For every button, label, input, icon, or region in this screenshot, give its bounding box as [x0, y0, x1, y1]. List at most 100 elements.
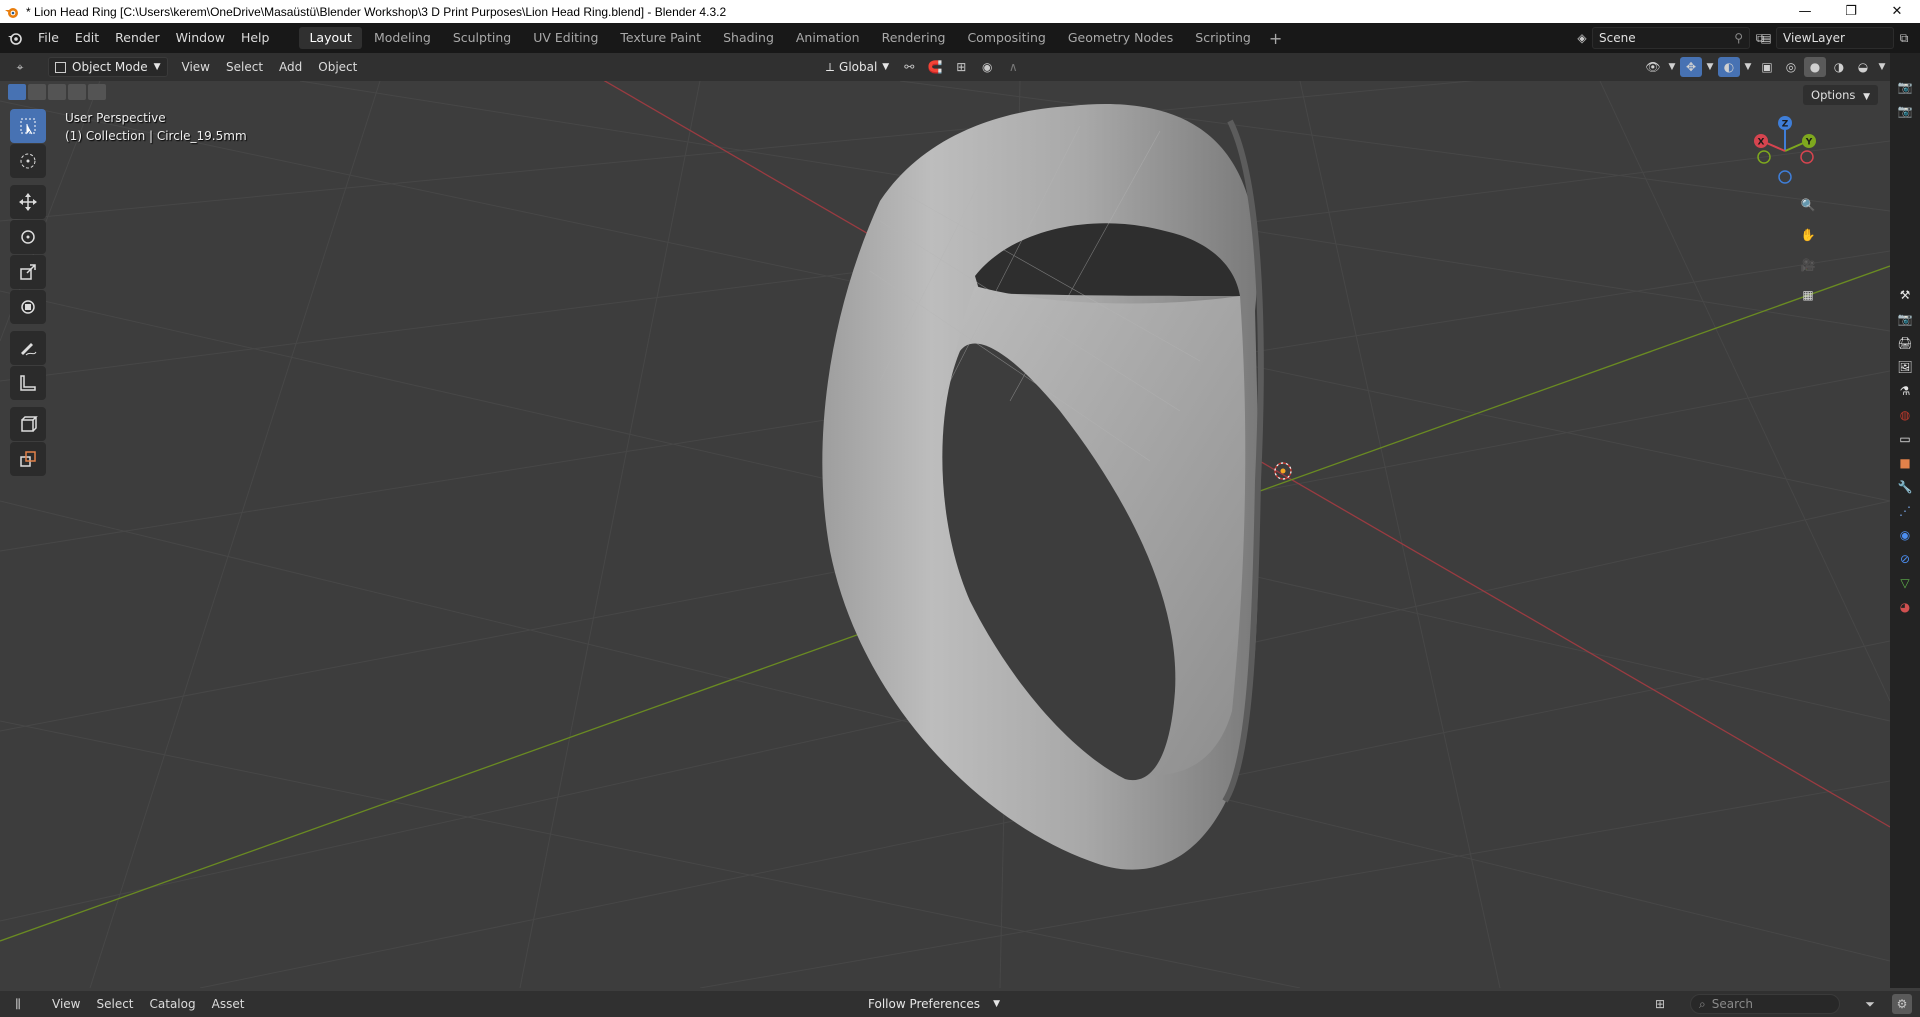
move-tool[interactable] [10, 185, 46, 219]
menu-help[interactable]: Help [233, 26, 278, 50]
close-icon[interactable]: ✕ [1874, 0, 1920, 23]
gizmo-toggle-icon[interactable]: ✥ [1680, 57, 1702, 77]
view-layer-icon[interactable]: ▤ [1756, 28, 1776, 48]
blender-menu-icon[interactable] [0, 23, 30, 53]
bottom-menu-asset[interactable]: Asset [204, 997, 253, 1011]
select-subtract-icon[interactable] [48, 84, 66, 100]
cursor-icon [20, 153, 36, 169]
world-properties-icon[interactable]: ◍ [1890, 403, 1920, 427]
editor-type-icon[interactable]: ⌖ [10, 57, 30, 77]
rendered-shading-icon[interactable]: ◒ [1852, 57, 1874, 77]
menu-render[interactable]: Render [107, 26, 168, 50]
menu-edit[interactable]: Edit [67, 26, 107, 50]
modifier-properties-icon[interactable]: 🔧 [1890, 475, 1920, 499]
camera-record-icon[interactable]: 📷 [1890, 99, 1920, 123]
add-cube-tool[interactable] [10, 407, 46, 441]
pan-hand-icon[interactable]: ✋ [1794, 221, 1822, 249]
chevron-down-icon[interactable]: ▼ [1876, 57, 1888, 77]
new-view-layer-icon[interactable]: ⧉ [1894, 28, 1914, 48]
chevron-down-icon[interactable]: ▼ [1742, 57, 1754, 77]
output-properties-icon[interactable]: 🖨 [1890, 331, 1920, 355]
tab-geometry-nodes[interactable]: Geometry Nodes [1058, 27, 1183, 49]
constraint-properties-icon[interactable]: ⊘ [1890, 547, 1920, 571]
overlays-toggle-icon[interactable]: ◐ [1718, 57, 1740, 77]
snap-icon[interactable]: 🧲 [925, 57, 945, 77]
cursor-tool[interactable] [10, 144, 46, 178]
object-properties-icon[interactable]: ■ [1890, 451, 1920, 475]
bottom-menu-view[interactable]: View [44, 997, 88, 1011]
physics-properties-icon[interactable]: ◉ [1890, 523, 1920, 547]
ortho-toggle-icon[interactable]: ▦ [1794, 281, 1822, 309]
viewport-menu-object[interactable]: Object [310, 60, 365, 74]
annotate-tool[interactable] [10, 331, 46, 365]
wireframe-shading-icon[interactable]: ◎ [1780, 57, 1802, 77]
scale-tool[interactable] [10, 255, 46, 289]
tab-layout[interactable]: Layout [299, 27, 362, 49]
filter-icon[interactable]: ⏷ [1860, 994, 1880, 1014]
add-workspace-icon[interactable]: + [1263, 29, 1288, 48]
pin-icon[interactable]: ⚲ [1734, 31, 1743, 45]
rotate-tool[interactable] [10, 220, 46, 254]
navigation-gizmo[interactable]: Z Y X [1750, 111, 1820, 191]
tab-scripting[interactable]: Scripting [1185, 27, 1261, 49]
chevron-down-icon[interactable]: ▼ [1704, 57, 1716, 77]
menu-window[interactable]: Window [168, 26, 233, 50]
restore-icon[interactable]: ❐ [1828, 0, 1874, 23]
tab-rendering[interactable]: Rendering [872, 27, 956, 49]
options-dropdown[interactable]: Options ▼ [1803, 85, 1878, 105]
camera-view-icon[interactable]: 🎥 [1794, 251, 1822, 279]
tab-compositing[interactable]: Compositing [957, 27, 1055, 49]
tab-texture-paint[interactable]: Texture Paint [610, 27, 711, 49]
solid-shading-icon[interactable]: ● [1804, 57, 1826, 77]
tab-animation[interactable]: Animation [786, 27, 870, 49]
tab-modeling[interactable]: Modeling [364, 27, 441, 49]
scene-name-field[interactable]: Scene ⚲ [1592, 27, 1750, 49]
viewport-menu-add[interactable]: Add [271, 60, 310, 74]
gear-icon[interactable]: ⚙ [1892, 994, 1912, 1014]
menu-file[interactable]: File [30, 26, 67, 50]
material-shading-icon[interactable]: ◑ [1828, 57, 1850, 77]
proportional-edit-icon[interactable]: ◉ [977, 57, 997, 77]
particle-properties-icon[interactable]: ⋰ [1890, 499, 1920, 523]
collection-properties-icon[interactable]: ▭ [1890, 427, 1920, 451]
minimize-icon[interactable]: — [1782, 0, 1828, 23]
scene-properties-icon[interactable]: ⚗ [1890, 379, 1920, 403]
data-properties-icon[interactable]: ▽ [1890, 571, 1920, 595]
orientation-dropdown[interactable]: ⟂ Global ▼ [822, 57, 893, 77]
3d-viewport[interactable]: User Perspective (1) Collection | Circle… [0, 81, 1890, 988]
tab-uv-editing[interactable]: UV Editing [523, 27, 608, 49]
select-box-tool[interactable] [10, 109, 46, 143]
extra-object-tool[interactable] [10, 442, 46, 476]
object-mode-dropdown[interactable]: Object Mode ▼ [48, 57, 168, 77]
tool-settings-icon[interactable]: ⚒ [1890, 283, 1920, 307]
display-mode-icon[interactable]: ⊞ [1650, 994, 1670, 1014]
view-layer-properties-icon[interactable]: 🖼 [1890, 355, 1920, 379]
measure-tool[interactable] [10, 366, 46, 400]
asset-search-input[interactable]: ⌕ Search [1690, 994, 1840, 1014]
scene-icon[interactable]: ◈ [1572, 28, 1592, 48]
import-method-dropdown[interactable]: Follow Preferences ▼ [862, 994, 1006, 1014]
select-new-icon[interactable] [8, 84, 26, 100]
material-properties-icon[interactable]: ◕ [1890, 595, 1920, 619]
tab-shading[interactable]: Shading [713, 27, 784, 49]
view-layer-name-field[interactable]: ViewLayer [1776, 27, 1894, 49]
zoom-icon[interactable]: 🔍 [1794, 191, 1822, 219]
viewport-menu-view[interactable]: View [174, 60, 218, 74]
select-intersect-icon[interactable] [88, 84, 106, 100]
transform-tool[interactable] [10, 290, 46, 324]
editor-type-icon[interactable]: ⫼ [8, 994, 28, 1014]
render-properties-icon[interactable]: 📷 [1890, 307, 1920, 331]
chevron-down-icon[interactable]: ▼ [1666, 57, 1678, 77]
select-invert-icon[interactable] [68, 84, 86, 100]
pivot-point-icon[interactable]: ⚯ [899, 57, 919, 77]
viewport-menu-select[interactable]: Select [218, 60, 271, 74]
bottom-menu-catalog[interactable]: Catalog [142, 997, 204, 1011]
snap-target-icon[interactable]: ⊞ [951, 57, 971, 77]
xray-toggle-icon[interactable]: ▣ [1756, 57, 1778, 77]
select-extend-icon[interactable] [28, 84, 46, 100]
camera-icon[interactable]: 📷 [1890, 75, 1920, 99]
tab-sculpting[interactable]: Sculpting [443, 27, 521, 49]
bottom-menu-select[interactable]: Select [88, 997, 141, 1011]
visibility-icon[interactable]: 👁 [1642, 57, 1664, 77]
falloff-icon[interactable]: ∧ [1003, 57, 1023, 77]
